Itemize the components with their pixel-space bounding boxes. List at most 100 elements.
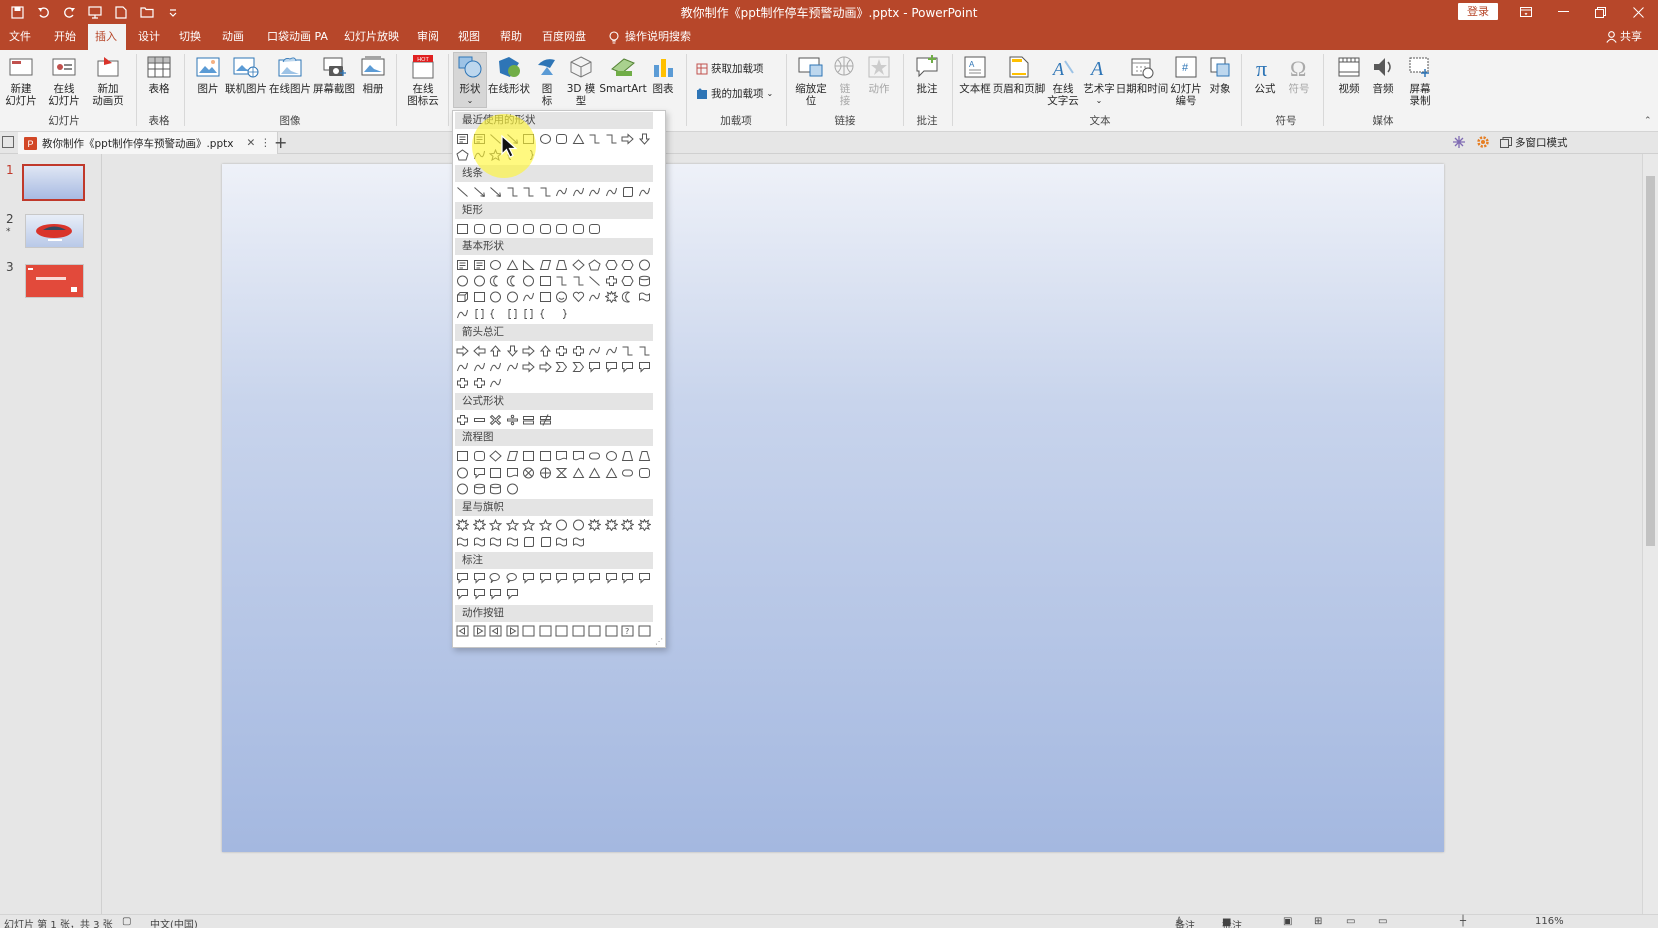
tab-insert[interactable]: 插入 (88, 24, 126, 50)
shape-option-wave[interactable] (506, 536, 519, 548)
shape-option-plus[interactable] (555, 345, 568, 357)
shape-option-elbow[interactable] (506, 186, 519, 198)
tab-help[interactable]: 帮助 (493, 24, 529, 50)
my-addins-button[interactable]: 我的加载项 ⌄ (696, 86, 773, 101)
undo-icon[interactable] (34, 3, 52, 21)
shape-option-tri[interactable] (588, 467, 601, 479)
shape-option-callout[interactable] (621, 572, 634, 584)
shape-option-rarrow[interactable] (621, 133, 634, 145)
shape-option-callout[interactable] (638, 572, 651, 584)
shape-option-arrowline[interactable] (473, 186, 486, 198)
shape-option-tri[interactable] (605, 467, 618, 479)
shape-option-plus[interactable] (605, 275, 618, 287)
shape-option-can[interactable] (473, 483, 486, 495)
shape-option-callout[interactable] (456, 588, 469, 600)
object-button[interactable]: 对象 (1206, 53, 1234, 95)
shape-option-rarrow[interactable] (522, 361, 535, 373)
shape-option-bracket[interactable] (473, 308, 486, 320)
tab-list-icon[interactable] (2, 136, 14, 151)
shape-option-burst[interactable] (456, 519, 469, 531)
shape-option-callout[interactable] (539, 572, 552, 584)
get-addins-button[interactable]: 获取加载项 (696, 61, 764, 76)
shape-option-wave[interactable] (572, 536, 585, 548)
shape-option-star[interactable] (538, 519, 552, 531)
normal-view-icon[interactable]: ▣ (1283, 916, 1292, 927)
shape-option-scroll[interactable] (539, 536, 552, 548)
shape-option-trap[interactable] (638, 450, 651, 462)
slide-thumbnail-3[interactable] (25, 264, 84, 298)
shape-option-curve[interactable] (456, 361, 469, 373)
new-animation-page-button[interactable]: 新加 动画页 (88, 53, 128, 107)
shape-option-bracket[interactable] (522, 308, 535, 320)
close-tab-icon[interactable]: ✕ (246, 137, 255, 149)
shape-option-rect[interactable] (539, 291, 552, 303)
shape-option-hour[interactable] (555, 467, 568, 479)
slide-thumbnail-1[interactable] (22, 164, 85, 201)
shape-option-star[interactable] (505, 519, 519, 531)
shape-option-text[interactable] (456, 133, 469, 145)
shape-option-burst[interactable] (621, 519, 634, 531)
shape-option-plus[interactable] (572, 345, 585, 357)
shape-option-para[interactable] (506, 450, 519, 462)
shape-option-circle[interactable] (506, 291, 519, 303)
shape-option-moon[interactable] (621, 291, 634, 303)
shape-option-can[interactable] (489, 483, 502, 495)
shape-option-elbow[interactable] (605, 133, 618, 145)
shape-option-actbtn[interactable] (489, 625, 502, 637)
shape-option-rect[interactable] (456, 223, 469, 235)
wordart-button[interactable]: A 艺术字 ⌄ (1082, 53, 1116, 107)
shape-option-circle[interactable] (572, 519, 585, 531)
share-button[interactable]: 共享 (1606, 24, 1642, 50)
shape-option-term[interactable] (621, 467, 634, 479)
restore-icon[interactable] (1580, 2, 1620, 22)
shape-option-star[interactable] (522, 519, 535, 531)
shape-option-bracket[interactable] (506, 308, 519, 320)
shape-option-elbow[interactable] (588, 133, 601, 145)
shape-option-wave[interactable] (638, 291, 651, 303)
shape-option-rarrow[interactable] (456, 345, 469, 357)
shape-option-callout[interactable] (522, 572, 535, 584)
online-slide-button[interactable]: 在线 幻灯片 (44, 53, 84, 107)
shape-option-curve[interactable] (456, 308, 469, 320)
shape-option-actblank[interactable] (522, 625, 535, 637)
shape-option-uarrow[interactable] (489, 345, 502, 357)
shape-option-callout[interactable] (473, 572, 486, 584)
shape-option-circle[interactable] (555, 519, 568, 531)
shape-option-moon[interactable] (506, 275, 519, 287)
shape-option-heart[interactable] (572, 291, 585, 303)
save-icon[interactable] (8, 3, 26, 21)
shape-option-text[interactable] (473, 259, 486, 271)
shape-option-actbtn[interactable] (456, 625, 469, 637)
shape-option-brace2[interactable] (555, 308, 568, 320)
shape-option-elbow[interactable] (539, 186, 552, 198)
shape-option-actbtn2[interactable] (473, 625, 486, 637)
shape-option-curve[interactable] (489, 361, 502, 373)
shape-option-rect[interactable] (489, 467, 502, 479)
shape-option-rrect[interactable] (638, 467, 651, 479)
equation-button[interactable]: π 公式 (1250, 53, 1280, 95)
shape-option-rrect[interactable] (555, 133, 568, 145)
shape-option-callout[interactable] (588, 361, 601, 373)
textbox-button[interactable]: A 文本框 (957, 53, 993, 95)
tab-menu-icon[interactable]: ⋮ (260, 137, 271, 149)
shape-option-darrow[interactable] (638, 133, 651, 145)
shape-option-can[interactable] (638, 275, 651, 287)
collapse-ribbon-icon[interactable]: ⌃ (1644, 116, 1652, 126)
shape-option-scroll[interactable] (621, 186, 634, 198)
shape-option-rrect[interactable] (473, 450, 486, 462)
shape-option-star[interactable] (489, 519, 502, 531)
shape-option-curve[interactable] (605, 186, 618, 198)
shape-option-cube[interactable] (456, 291, 469, 303)
comment-button[interactable]: 批注 (910, 53, 944, 95)
shape-option-rrect[interactable] (506, 223, 519, 235)
shape-option-elbow[interactable] (621, 345, 634, 357)
shape-option-oval[interactable] (539, 133, 552, 145)
shape-option-brace[interactable] (539, 308, 552, 320)
shape-option-callout[interactable] (605, 361, 618, 373)
shape-option-callout[interactable] (456, 572, 469, 584)
shape-option-elbow[interactable] (555, 275, 568, 287)
shape-option-circle[interactable] (522, 275, 535, 287)
shape-option-curve[interactable] (473, 361, 486, 373)
zoom-slider[interactable]: ┼ (1460, 916, 1466, 927)
shape-option-plus[interactable] (456, 414, 469, 426)
